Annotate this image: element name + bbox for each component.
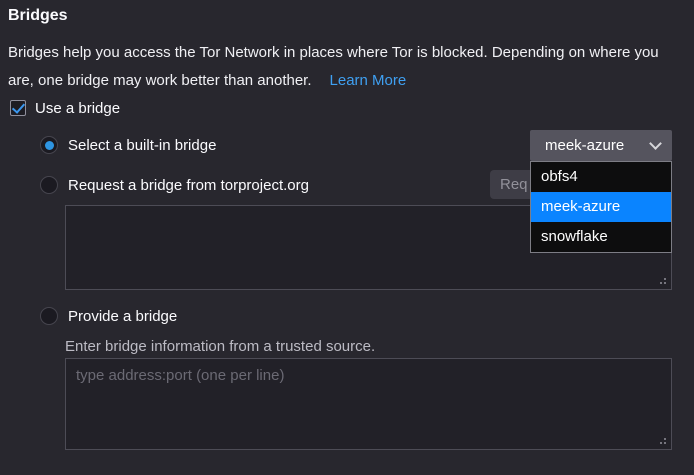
select-current-value: meek-azure <box>545 137 651 154</box>
bridge-dropdown-popup: obfs4 meek-azure snowflake <box>530 161 672 253</box>
request-bridge-radio[interactable] <box>40 176 58 194</box>
dropdown-option-meek-azure[interactable]: meek-azure <box>531 192 671 222</box>
chevron-down-icon <box>649 137 662 150</box>
dropdown-option-snowflake[interactable]: snowflake <box>531 222 671 252</box>
check-icon <box>11 100 24 114</box>
use-bridge-checkbox[interactable] <box>10 100 26 116</box>
request-bridge-label: Request a bridge from torproject.org <box>68 177 309 194</box>
page-title: Bridges <box>8 7 68 25</box>
use-bridge-label: Use a bridge <box>35 100 120 117</box>
learn-more-link[interactable]: Learn More <box>330 72 407 89</box>
builtin-bridge-row: Select a built-in bridge <box>40 135 216 155</box>
provide-bridge-radio[interactable] <box>40 307 58 325</box>
dropdown-option-obfs4[interactable]: obfs4 <box>531 162 671 192</box>
description-line-1: Bridges help you access the Tor Network … <box>8 44 659 61</box>
use-bridge-row: Use a bridge <box>10 98 120 118</box>
provide-bridge-helper-text: Enter bridge information from a trusted … <box>65 338 375 355</box>
request-bridge-row: Request a bridge from torproject.org <box>40 175 309 195</box>
bridges-settings-panel: Bridges Bridges help you access the Tor … <box>0 0 694 475</box>
bridge-address-textarea[interactable] <box>65 358 672 450</box>
provide-bridge-label: Provide a bridge <box>68 308 177 325</box>
builtin-bridge-label: Select a built-in bridge <box>68 137 216 154</box>
description-line-2-text: are, one bridge may work better than ano… <box>8 72 312 89</box>
provide-bridge-row: Provide a bridge <box>40 306 177 326</box>
builtin-bridge-radio[interactable] <box>40 136 58 154</box>
builtin-bridge-select[interactable]: meek-azure <box>530 130 672 161</box>
description-line-2: are, one bridge may work better than ano… <box>8 72 406 89</box>
